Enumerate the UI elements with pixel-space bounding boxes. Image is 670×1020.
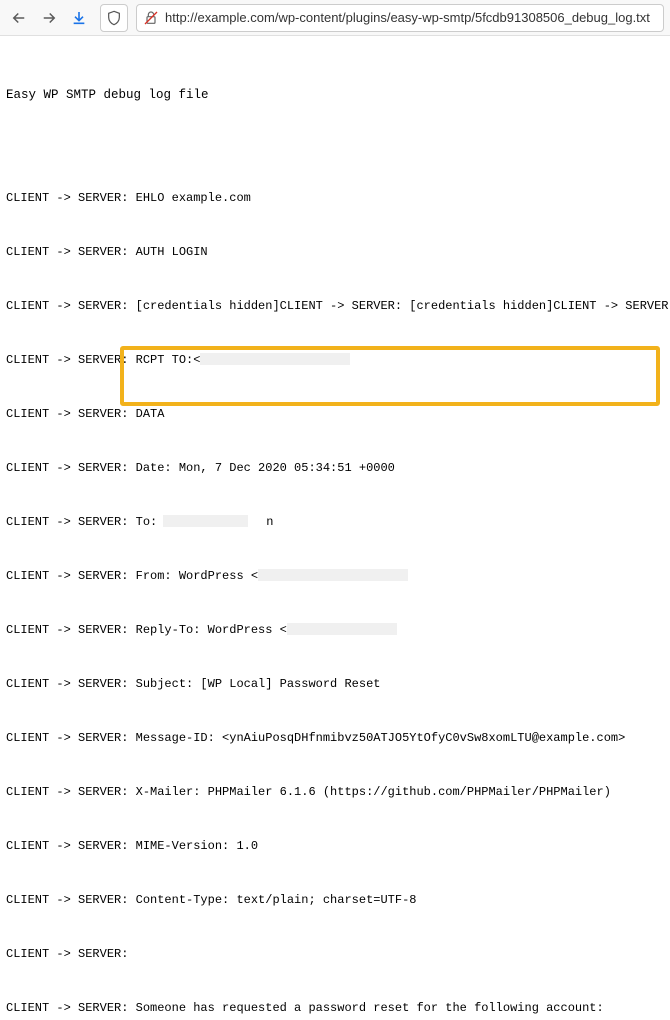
log-line: CLIENT -> SERVER: AUTH LOGIN (6, 243, 664, 261)
forward-button[interactable] (36, 5, 62, 31)
log-title: Easy WP SMTP debug log file (6, 86, 664, 105)
log-line: CLIENT -> SERVER: Message-ID: <ynAiuPosq… (6, 729, 664, 747)
log-line: CLIENT -> SERVER: Content-Type: text/pla… (6, 891, 664, 909)
address-bar[interactable]: http://example.com/wp-content/plugins/ea… (136, 4, 664, 32)
browser-toolbar: http://example.com/wp-content/plugins/ea… (0, 0, 670, 36)
tracking-shield-button[interactable] (100, 4, 128, 32)
url-text: http://example.com/wp-content/plugins/ea… (165, 10, 650, 25)
log-body: CLIENT -> SERVER: EHLO example.com CLIEN… (6, 153, 664, 1020)
log-line: CLIENT -> SERVER: To:n (6, 513, 664, 531)
log-line: CLIENT -> SERVER: MIME-Version: 1.0 (6, 837, 664, 855)
log-line: CLIENT -> SERVER: Date: Mon, 7 Dec 2020 … (6, 459, 664, 477)
log-line: CLIENT -> SERVER: (6, 945, 664, 963)
back-button[interactable] (6, 5, 32, 31)
insecure-lock-icon (143, 10, 159, 26)
log-line: CLIENT -> SERVER: X-Mailer: PHPMailer 6.… (6, 783, 664, 801)
log-line: CLIENT -> SERVER: RCPT TO:< (6, 351, 664, 369)
log-line: CLIENT -> SERVER: Someone has requested … (6, 999, 664, 1017)
download-button[interactable] (66, 5, 92, 31)
log-line: CLIENT -> SERVER: [credentials hidden]CL… (6, 297, 664, 315)
log-line: CLIENT -> SERVER: Subject: [WP Local] Pa… (6, 675, 664, 693)
log-line: CLIENT -> SERVER: Reply-To: WordPress < (6, 621, 664, 639)
log-line: CLIENT -> SERVER: From: WordPress < (6, 567, 664, 585)
log-line: CLIENT -> SERVER: DATA (6, 405, 664, 423)
page-content: Easy WP SMTP debug log file CLIENT -> SE… (0, 36, 670, 1020)
log-line: CLIENT -> SERVER: EHLO example.com (6, 189, 664, 207)
